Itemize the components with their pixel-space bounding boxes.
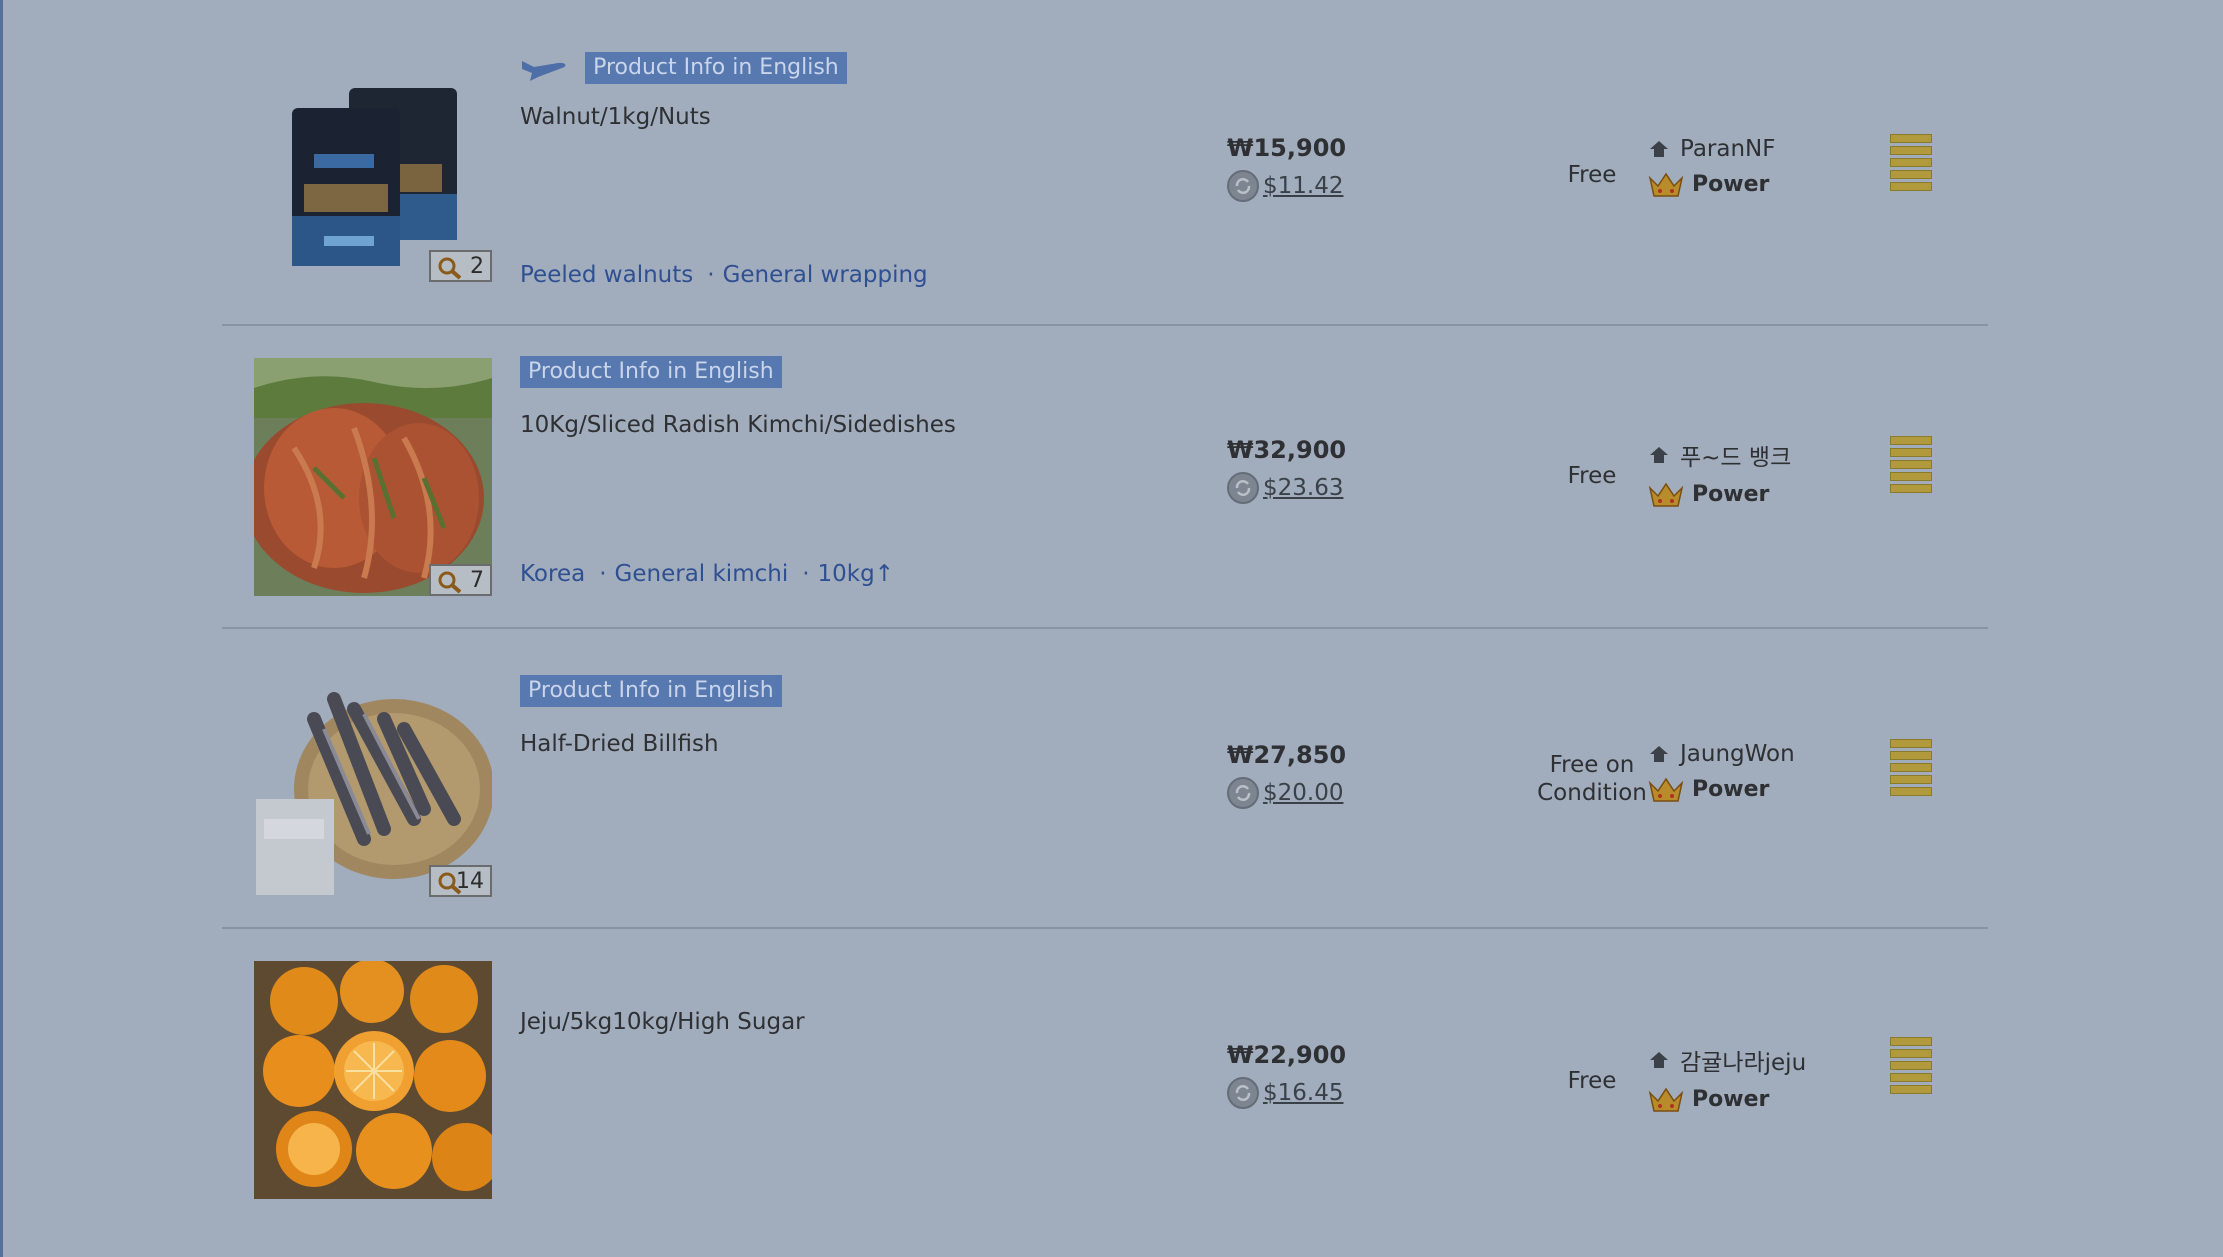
attribute-separator: · xyxy=(802,561,810,587)
product-thumbnail[interactable]: 2 xyxy=(254,44,492,282)
crown-icon xyxy=(1648,172,1684,197)
price-krw: ₩32,900 xyxy=(1227,436,1347,464)
kimchi-image xyxy=(254,358,492,596)
price-usd-link[interactable]: $11.42 xyxy=(1227,170,1346,202)
seller-name: 푸~드 뱅크 xyxy=(1680,445,1792,471)
seller-link[interactable]: 푸~드 뱅크 xyxy=(1648,438,1791,472)
crown-icon xyxy=(1648,777,1684,802)
magnifier-icon xyxy=(438,571,462,594)
currency-convert-icon xyxy=(1227,472,1259,504)
crown-icon xyxy=(1648,1087,1684,1112)
seller-grade-label: Power xyxy=(1692,776,1770,802)
magnifier-icon xyxy=(438,257,462,280)
product-name[interactable]: Walnut/1kg/Nuts xyxy=(520,104,847,130)
price-usd: $20.00 xyxy=(1263,780,1344,806)
product-row: 2 Product Info in English Walnut/1kg/Nut… xyxy=(222,0,1988,326)
price-usd: $16.45 xyxy=(1263,1080,1344,1106)
airplane-icon xyxy=(522,61,566,81)
product-thumbnail[interactable]: 7 xyxy=(254,358,492,596)
seller-block: JaungWon Power xyxy=(1648,741,1795,803)
product-thumbnail[interactable]: 14 xyxy=(254,659,492,897)
price-krw: ₩15,900 xyxy=(1227,134,1347,162)
product-info: Product Info in English 10Kg/Sliced Radi… xyxy=(520,356,956,438)
product-info: Jeju/5kg10kg/High Sugar xyxy=(520,1009,805,1035)
product-name[interactable]: 10Kg/Sliced Radish Kimchi/Sidedishes xyxy=(520,412,956,438)
product-info-english-tag[interactable]: Product Info in English xyxy=(585,52,847,84)
currency-convert-icon xyxy=(1227,170,1259,202)
option-stack-icon[interactable] xyxy=(1890,134,1932,194)
attribute-link[interactable]: Peeled walnuts xyxy=(520,262,693,288)
price-block: ₩15,900 $11.42 xyxy=(1227,134,1346,202)
zoom-count-badge[interactable]: 7 xyxy=(429,564,492,596)
magnifier-icon xyxy=(438,872,462,895)
seller-grade: Power xyxy=(1648,775,1795,803)
seller-name: ParanNF xyxy=(1680,136,1776,162)
seller-grade-label: Power xyxy=(1692,1086,1770,1112)
zoom-count-badge[interactable]: 2 xyxy=(429,250,492,282)
home-icon xyxy=(1650,141,1668,157)
seller-block: 감귤나라jeju Power xyxy=(1648,1043,1806,1113)
product-attributes: Peeled walnuts · General wrapping xyxy=(520,262,928,288)
product-info-english-tag[interactable]: Product Info in English xyxy=(520,675,782,707)
price-usd: $23.63 xyxy=(1263,475,1344,501)
price-krw: ₩22,900 xyxy=(1227,1041,1347,1069)
product-info: Product Info in English Half-Dried Billf… xyxy=(520,675,782,757)
seller-link[interactable]: ParanNF xyxy=(1648,136,1776,162)
seller-grade-label: Power xyxy=(1692,481,1770,507)
product-name[interactable]: Half-Dried Billfish xyxy=(520,731,782,757)
zoom-count: 7 xyxy=(470,567,484,593)
home-icon xyxy=(1650,447,1668,463)
attribute-separator: · xyxy=(707,262,715,288)
option-stack-icon[interactable] xyxy=(1890,436,1932,496)
seller-block: ParanNF Power xyxy=(1648,136,1776,198)
seller-grade: Power xyxy=(1648,170,1776,198)
price-usd-link[interactable]: $20.00 xyxy=(1227,777,1346,809)
attribute-link[interactable]: 10kg↑ xyxy=(818,561,894,587)
product-row: 7 Product Info in English 10Kg/Sliced Ra… xyxy=(222,326,1988,629)
price-block: ₩22,900 $16.45 xyxy=(1227,1041,1346,1109)
product-row: Jeju/5kg10kg/High Sugar ₩22,900 $16.45 F… xyxy=(222,929,1988,1229)
currency-convert-icon xyxy=(1227,1077,1259,1109)
product-info: Product Info in English Walnut/1kg/Nuts xyxy=(520,52,847,130)
product-thumbnail[interactable] xyxy=(254,961,492,1199)
zoom-count: 2 xyxy=(470,253,484,279)
seller-grade-label: Power xyxy=(1692,171,1770,197)
walnut-package-image xyxy=(254,44,492,282)
product-attributes: Korea · General kimchi · 10kg↑ xyxy=(520,561,894,587)
seller-block: 푸~드 뱅크 Power xyxy=(1648,438,1791,508)
home-icon xyxy=(1650,746,1668,762)
seller-name: 감귤나라jeju xyxy=(1680,1050,1807,1076)
option-stack-icon[interactable] xyxy=(1890,739,1932,799)
seller-link[interactable]: 감귤나라jeju xyxy=(1648,1043,1806,1077)
attribute-link[interactable]: General kimchi xyxy=(615,561,789,587)
price-block: ₩32,900 $23.63 xyxy=(1227,436,1346,504)
price-block: ₩27,850 $20.00 xyxy=(1227,741,1346,809)
home-icon xyxy=(1650,1052,1668,1068)
price-usd-link[interactable]: $16.45 xyxy=(1227,1077,1346,1109)
product-name[interactable]: Jeju/5kg10kg/High Sugar xyxy=(520,1009,805,1035)
price-krw: ₩27,850 xyxy=(1227,741,1347,769)
seller-link[interactable]: JaungWon xyxy=(1648,741,1795,767)
attribute-separator: · xyxy=(599,561,607,587)
option-stack-icon[interactable] xyxy=(1890,1037,1932,1097)
zoom-count-badge[interactable]: 14 xyxy=(429,865,492,897)
price-usd: $11.42 xyxy=(1263,173,1344,199)
tangerine-image xyxy=(254,961,492,1199)
attribute-link[interactable]: Korea xyxy=(520,561,585,587)
shipping-info: Free on Condition xyxy=(1537,752,1647,806)
product-row: 14 Product Info in English Half-Dried Bi… xyxy=(222,629,1988,929)
product-list: 2 Product Info in English Walnut/1kg/Nut… xyxy=(222,0,1988,1229)
attribute-link[interactable]: General wrapping xyxy=(723,262,928,288)
crown-icon xyxy=(1648,482,1684,507)
left-edge-border xyxy=(0,0,3,1257)
currency-convert-icon xyxy=(1227,777,1259,809)
seller-grade: Power xyxy=(1648,480,1791,508)
billfish-image xyxy=(254,659,492,897)
seller-name: JaungWon xyxy=(1680,741,1795,767)
product-info-english-tag[interactable]: Product Info in English xyxy=(520,356,782,388)
price-usd-link[interactable]: $23.63 xyxy=(1227,472,1346,504)
seller-grade: Power xyxy=(1648,1085,1806,1113)
